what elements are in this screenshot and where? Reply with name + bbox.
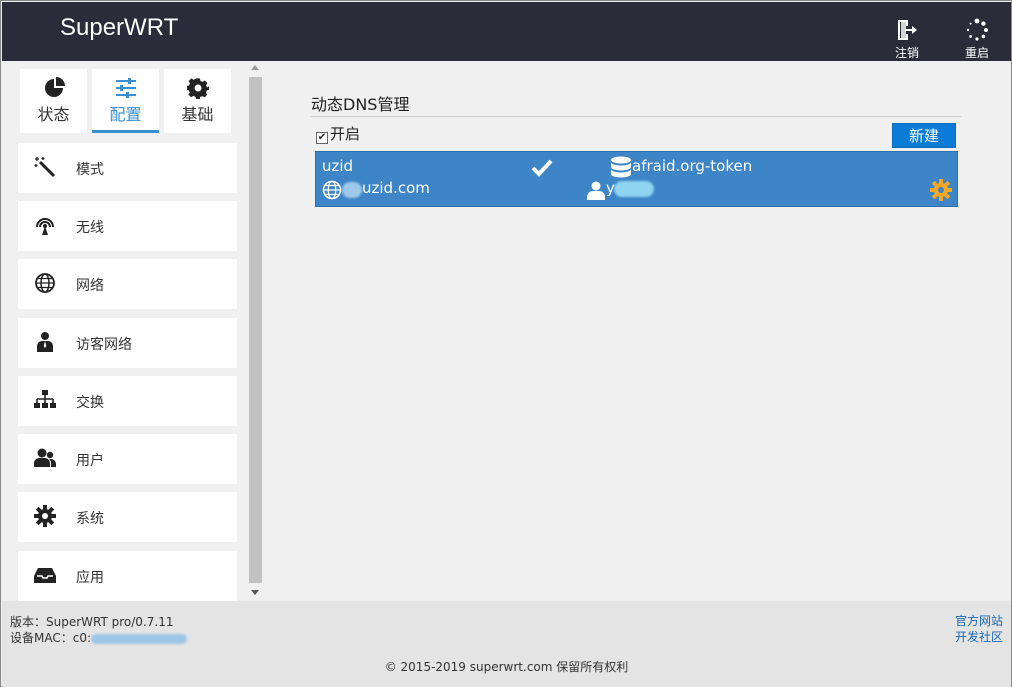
gear-icon [34,505,56,527]
brand-title: SuperWRT [60,14,179,41]
gear-icon [186,78,209,99]
page-title: 动态DNS管理 [311,95,410,114]
scroll-thumb[interactable] [249,77,262,583]
sidebar-item-guest-network[interactable]: 访客网络 [18,318,237,368]
dev-community-link[interactable]: 开发社区 [955,629,1003,645]
redacted-username [614,181,654,197]
reboot-label: 重启 [964,46,989,60]
top-bar: SuperWRT 注销 重启 [2,2,1011,61]
sidebar-scrollbar[interactable] [247,61,264,601]
network-switch-icon [34,390,56,408]
tab-config[interactable]: 配置 [92,69,159,133]
enable-toggle[interactable]: ✔ 开启 [316,123,360,144]
device-mac: 设备MAC：c0: [10,629,188,646]
ddns-provider: afraid.org-token [632,157,753,175]
magic-wand-icon [34,157,56,178]
sidebar-item-switch[interactable]: 交换 [18,376,237,426]
official-site-link[interactable]: 官方网站 [955,613,1003,629]
new-ddns-button[interactable]: 新建 [892,123,956,148]
ddns-entry-name: uzid [322,157,354,175]
sidebar-item-label: 用户 [76,453,104,469]
logout-icon [898,20,917,40]
sidebar-item-system[interactable]: 系统 [18,492,237,542]
settings-gear-icon[interactable] [930,179,952,201]
divider [311,116,961,117]
logout-button[interactable]: 注销 [887,18,927,61]
sidebar-item-label: 访客网络 [76,337,132,353]
enable-checkbox[interactable]: ✔ [316,132,328,144]
footer: 版本：SuperWRT pro/0.7.11 设备MAC：c0: 官方网站 开发… [2,601,1011,687]
sliders-icon [115,78,136,98]
sidebar-item-label: 无线 [76,220,104,236]
ddns-domain: uzid.com [362,179,430,197]
redacted-domain-prefix [342,182,362,198]
wireless-icon [36,218,54,235]
tab-basic-label: 基础 [181,105,214,124]
reboot-button[interactable]: 重启 [957,18,997,61]
spinner-icon [966,18,988,41]
tab-config-label: 配置 [109,105,142,124]
sidebar-item-label: 模式 [76,162,104,178]
sidebar-item-label: 交换 [76,395,104,411]
footer-links: 官方网站 开发社区 [955,613,1003,645]
database-icon [611,156,631,178]
globe-icon [322,180,342,200]
version-text: 版本：SuperWRT pro/0.7.11 [10,615,174,629]
mac-label: 设备MAC：c0: [10,631,92,645]
logout-label: 注销 [894,46,919,60]
globe-icon [35,273,55,293]
sidebar-tabs: 状态 配置 基础 [20,69,232,133]
tab-status-label: 状态 [37,105,70,124]
inbox-icon [34,568,56,583]
sidebar-item-label: 应用 [76,570,104,586]
scroll-up-arrow-icon[interactable] [251,65,259,70]
scroll-down-arrow-icon[interactable] [251,590,259,595]
sidebar-item-network[interactable]: 网络 [18,259,237,309]
ddns-entry-row[interactable]: uzid afraid.org-token uzid.com y [315,151,958,207]
users-icon [34,448,56,467]
tab-basic[interactable]: 基础 [164,69,231,133]
enable-label: 开启 [330,125,361,143]
main-content: 动态DNS管理 ✔ 开启 新建 uzid afraid.org-token uz… [266,61,1011,601]
sidebar-item-mode[interactable]: 模式 [18,143,237,193]
redacted-mac [91,633,188,644]
sidebar-item-label: 网络 [76,278,104,294]
sidebar-item-apps[interactable]: 应用 [18,551,237,601]
pie-chart-icon [44,77,65,97]
guest-user-icon [37,332,53,352]
app-window: SuperWRT 注销 重启 状态 配置 基础 模式 无线 网络 访客网络 交换… [0,0,1012,687]
sidebar: 状态 配置 基础 模式 无线 网络 访客网络 交换 用户 系统 应用 [2,61,266,601]
copyright: © 2015-2019 superwrt.com 保留所有权利 [384,660,629,674]
user-icon [587,181,605,200]
sidebar-item-wireless[interactable]: 无线 [18,201,237,251]
tab-status[interactable]: 状态 [20,69,87,133]
check-icon [531,159,553,177]
sidebar-item-label: 系统 [76,511,104,527]
sidebar-item-users[interactable]: 用户 [18,434,237,484]
